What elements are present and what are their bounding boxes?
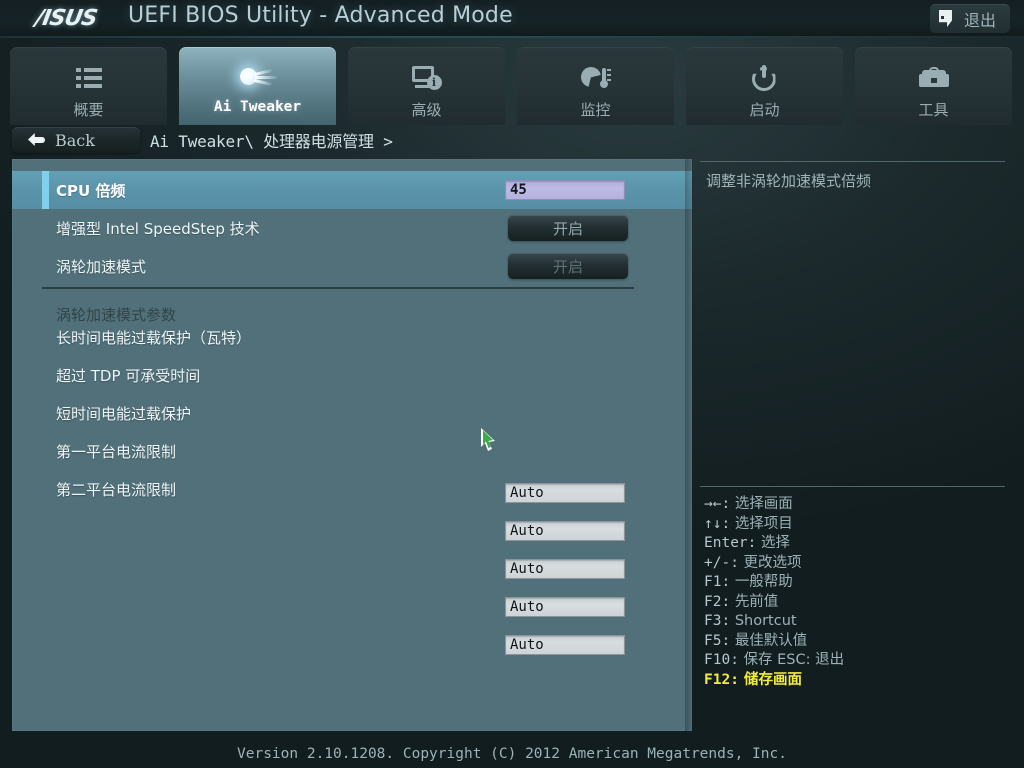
version-copyright-text: Version 2.10.1208. Copyright (C) 2012 Am… bbox=[237, 746, 787, 762]
help-panel: 调整非涡轮加速模式倍频 →←: 选择画面 ↑↓: 选择项目 Enter: 选择 … bbox=[700, 159, 1012, 731]
legend-key-f12: F12: bbox=[704, 671, 739, 688]
legend-key-arrows-ud: ↑↓: bbox=[704, 515, 731, 532]
legend-key-f1: F1: bbox=[704, 574, 731, 590]
tab-monitor-label: 监控 bbox=[580, 101, 611, 119]
tab-boot[interactable]: 启动 bbox=[686, 47, 843, 125]
legend-item-f2: F2: 先前值 bbox=[704, 593, 1010, 613]
row-selection-marker bbox=[42, 171, 49, 209]
legend-key-plus-minus: +/-: bbox=[704, 554, 739, 571]
setting-row-long-power-limit[interactable]: 长时间电能过载保护（瓦特） bbox=[12, 318, 692, 356]
legend-desc-select-item: 选择项目 bbox=[734, 515, 793, 532]
tab-tool[interactable]: 工具 bbox=[855, 47, 1012, 125]
exit-button[interactable]: 退出 bbox=[929, 4, 1010, 33]
help-divider-top bbox=[700, 161, 1005, 162]
setting-label-speedstep: 增强型 Intel SpeedStep 技术 bbox=[56, 219, 260, 238]
legend-desc-f3: Shortcut bbox=[734, 613, 797, 629]
legend-desc-change-opt: 更改选项 bbox=[743, 554, 802, 571]
list-icon bbox=[67, 59, 111, 97]
cpu-ratio-input[interactable]: 45 bbox=[505, 180, 625, 200]
legend-key-enter: Enter: bbox=[704, 535, 757, 551]
secondary-current-limit-value[interactable]: Auto bbox=[505, 635, 625, 655]
power-icon bbox=[743, 59, 787, 97]
gauge-thermometer-icon bbox=[574, 59, 618, 97]
setting-label-turbo-mode: 涡轮加速模式 bbox=[56, 257, 147, 276]
legend-desc-f10: 保存 ESC: 退出 bbox=[743, 652, 845, 668]
keyboard-legend: →←: 选择画面 ↑↓: 选择项目 Enter: 选择 +/-: 更改选项 F1… bbox=[704, 495, 1010, 690]
legend-key-f2: F2: bbox=[704, 593, 731, 610]
tab-advanced-label: 高级 bbox=[411, 101, 442, 119]
toolbox-icon bbox=[912, 59, 956, 97]
title-bar: /ISUS UEFI BIOS Utility - Advanced Mode … bbox=[0, 0, 1024, 38]
footer-bar: Version 2.10.1208. Copyright (C) 2012 Am… bbox=[0, 740, 1024, 768]
legend-desc-f2: 先前值 bbox=[734, 593, 779, 610]
legend-desc-f1: 一般帮助 bbox=[734, 574, 793, 590]
setting-row-secondary-current-limit[interactable]: 第二平台电流限制 bbox=[12, 470, 692, 508]
monitor-info-icon: i bbox=[405, 59, 449, 97]
exit-button-label: 退出 bbox=[963, 10, 996, 30]
comet-icon bbox=[236, 59, 280, 97]
short-power-limit-value[interactable]: Auto bbox=[505, 559, 625, 579]
legend-item-enter: Enter: 选择 bbox=[704, 534, 1010, 554]
legend-item-f5: F5: 最佳默认值 bbox=[704, 632, 1010, 652]
tab-overview[interactable]: 概要 bbox=[10, 47, 167, 125]
breadcrumb: Ai Tweaker\ 处理器电源管理 > bbox=[150, 132, 393, 151]
primary-current-limit-value[interactable]: Auto bbox=[505, 597, 625, 617]
setting-label-tdp-time-window: 超过 TDP 可承受时间 bbox=[56, 366, 201, 385]
setting-label-long-power-limit: 长时间电能过载保护（瓦特） bbox=[56, 328, 252, 347]
legend-item-select-item: ↑↓: 选择项目 bbox=[704, 515, 1010, 535]
setting-label-short-power-limit: 短时间电能过载保护 bbox=[56, 404, 192, 423]
back-arrow-icon bbox=[28, 133, 45, 147]
tab-advanced[interactable]: i 高级 bbox=[348, 47, 505, 125]
legend-desc-enter: 选择 bbox=[761, 535, 790, 551]
setting-label-cpu-ratio: CPU 倍频 bbox=[56, 181, 126, 200]
tdp-time-window-value[interactable]: Auto bbox=[505, 521, 625, 541]
page-title: UEFI BIOS Utility - Advanced Mode bbox=[128, 3, 513, 28]
legend-key-arrows-lr: →←: bbox=[704, 496, 731, 512]
legend-item-f10: F10: 保存 ESC: 退出 bbox=[704, 651, 1010, 671]
tab-monitor[interactable]: 监控 bbox=[517, 47, 674, 125]
legend-desc-f12: 储存画面 bbox=[743, 671, 802, 688]
setting-label-secondary-current-limit: 第二平台电流限制 bbox=[56, 480, 177, 499]
tab-ai-tweaker[interactable]: Ai Tweaker bbox=[179, 47, 336, 125]
setting-label-primary-current-limit: 第一平台电流限制 bbox=[56, 442, 177, 461]
setting-row-short-power-limit[interactable]: 短时间电能过载保护 bbox=[12, 394, 692, 432]
section-divider bbox=[42, 287, 634, 289]
speedstep-option-button[interactable]: 开启 bbox=[508, 215, 628, 241]
back-button[interactable]: Back bbox=[12, 127, 140, 153]
navigation-bar: Back Ai Tweaker\ 处理器电源管理 > bbox=[0, 125, 1024, 159]
legend-desc-f5: 最佳默认值 bbox=[734, 632, 808, 649]
legend-key-f10: F10: bbox=[704, 652, 739, 668]
back-button-label: Back bbox=[55, 130, 95, 150]
tab-ai-tweaker-label: Ai Tweaker bbox=[213, 99, 302, 115]
help-description: 调整非涡轮加速模式倍频 bbox=[706, 172, 872, 190]
legend-item-f3: F3: Shortcut bbox=[704, 612, 1010, 632]
turbo-mode-option-button[interactable]: 开启 bbox=[508, 253, 628, 279]
settings-panel: CPU 倍频 45 增强型 Intel SpeedStep 技术 开启 涡轮加速… bbox=[12, 159, 693, 731]
help-divider-bottom bbox=[700, 486, 1005, 487]
legend-item-f1: F1: 一般帮助 bbox=[704, 573, 1010, 593]
legend-key-f5: F5: bbox=[704, 632, 731, 649]
legend-key-f3: F3: bbox=[704, 613, 731, 629]
main-tab-bar: 概要 Ai Tweaker i 高级 监控 启动 工具 bbox=[0, 47, 1024, 125]
tab-overview-label: 概要 bbox=[73, 101, 104, 119]
legend-desc-select-screen: 选择画面 bbox=[734, 496, 793, 512]
setting-row-tdp-time-window[interactable]: 超过 TDP 可承受时间 bbox=[12, 356, 692, 394]
legend-item-f12: F12: 储存画面 bbox=[704, 671, 1010, 691]
exit-door-icon bbox=[938, 10, 955, 27]
tab-boot-label: 启动 bbox=[749, 101, 780, 119]
asus-logo: /ISUS bbox=[33, 6, 99, 31]
tab-tool-label: 工具 bbox=[918, 101, 949, 119]
setting-row-primary-current-limit[interactable]: 第一平台电流限制 bbox=[12, 432, 692, 470]
legend-item-change-opt: +/-: 更改选项 bbox=[704, 554, 1010, 574]
legend-item-select-screen: →←: 选择画面 bbox=[704, 495, 1010, 515]
